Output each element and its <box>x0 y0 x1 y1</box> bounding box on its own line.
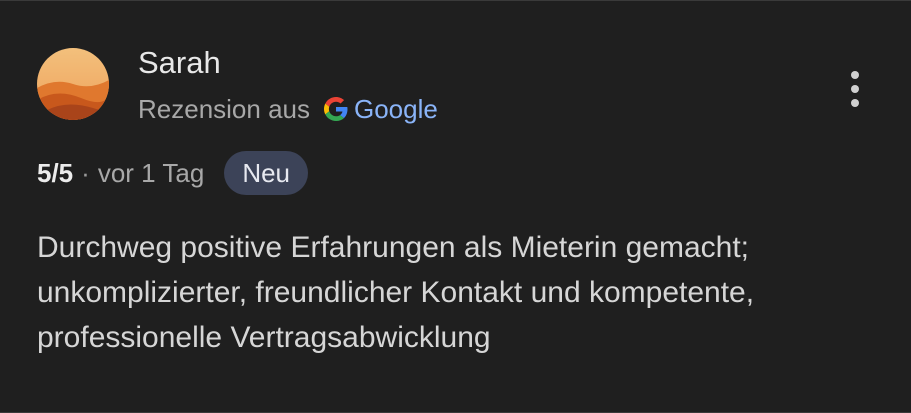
more-options-button[interactable] <box>838 67 872 111</box>
review-time: vor 1 Tag <box>97 157 205 188</box>
review-meta: 5/5 · vor 1 Tag Neu <box>37 151 309 195</box>
avatar[interactable] <box>37 48 109 120</box>
more-vert-dot <box>851 99 859 107</box>
more-vert-icon <box>851 71 859 79</box>
separator: · <box>81 157 90 188</box>
source-google-link[interactable]: Google <box>354 93 438 125</box>
review-card: Sarah Rezension aus Google 5/5 · vor 1 T… <box>0 0 911 413</box>
review-source: Rezension aus Google <box>138 93 438 125</box>
source-prefix: Rezension aus <box>138 94 310 124</box>
new-badge: Neu <box>224 151 309 195</box>
google-g-icon <box>324 97 348 121</box>
reviewer-name[interactable]: Sarah <box>138 45 221 81</box>
review-text: Durchweg positive Erfahrungen als Mieter… <box>37 231 755 354</box>
more-vert-dot <box>851 85 859 93</box>
rating: 5/5 <box>37 157 74 188</box>
desert-dunes-icon <box>37 48 109 120</box>
